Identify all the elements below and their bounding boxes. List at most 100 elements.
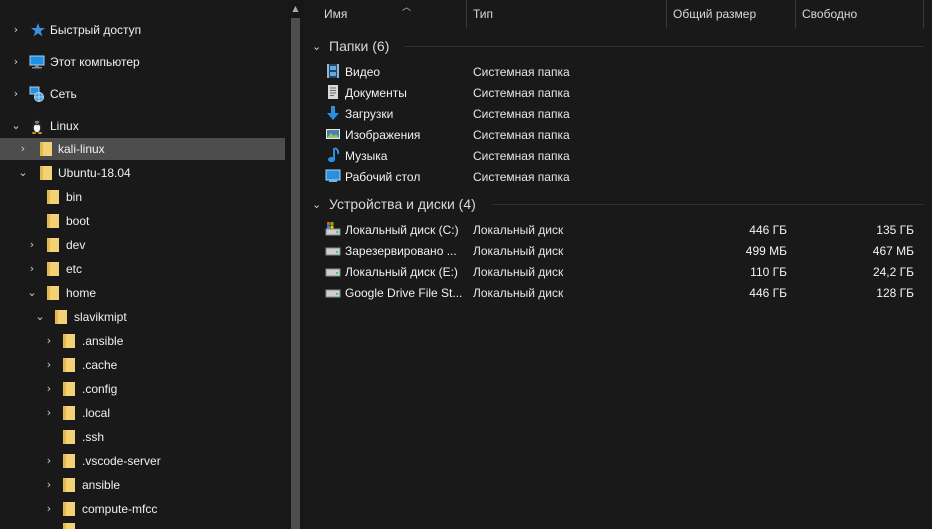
folder-row-music[interactable]: Музыка Системная папка [320, 145, 920, 166]
nav-label: .config [82, 382, 118, 396]
chevron-right-icon[interactable]: › [10, 24, 22, 36]
nav-item-boot[interactable]: boot [0, 210, 285, 232]
folder-icon [63, 334, 75, 348]
column-header-free-space[interactable]: Свободно [796, 0, 924, 28]
group-header-folders[interactable]: ⌄ Папки (6) [312, 35, 389, 57]
folder-icon [63, 523, 75, 529]
chevron-right-icon[interactable]: › [43, 335, 55, 347]
folder-icon [47, 214, 59, 228]
nav-label: bin [66, 190, 83, 204]
folder-icon [63, 502, 75, 516]
item-name: Изображения [345, 128, 421, 142]
chevron-right-icon[interactable]: › [43, 407, 55, 419]
nav-label: Быстрый доступ [50, 23, 142, 37]
chevron-right-icon[interactable]: › [26, 239, 38, 251]
item-name: Музыка [345, 149, 388, 163]
item-type: Системная папка [473, 65, 570, 79]
desktop-icon [325, 169, 341, 182]
scroll-up-arrow-icon[interactable]: ▲ [287, 0, 304, 17]
chevron-right-icon[interactable]: › [43, 479, 55, 491]
chevron-down-icon[interactable]: ⌄ [34, 311, 46, 323]
item-name: Локальный диск (E:) [345, 265, 458, 279]
item-type: Системная папка [473, 107, 570, 121]
column-header-type[interactable]: Тип [467, 0, 667, 28]
nav-item-etc[interactable]: › etc [0, 258, 285, 280]
folder-row-desktop[interactable]: Рабочий стол Системная папка [320, 166, 920, 187]
nav-label: boot [66, 214, 90, 228]
item-total-size: 499 МБ [745, 244, 787, 258]
nav-item-dot-vscode-server[interactable]: › .vscode-server [0, 450, 285, 472]
nav-item-dot-config[interactable]: › .config [0, 378, 285, 400]
folder-icon [47, 286, 59, 300]
item-name: Локальный диск (C:) [345, 223, 459, 237]
drive-icon [325, 289, 341, 298]
folder-row-pictures[interactable]: Изображения Системная папка [320, 124, 920, 145]
folder-row-downloads[interactable]: Загрузки Системная папка [320, 103, 920, 124]
nav-item-dot-ansible[interactable]: › .ansible [0, 330, 285, 352]
group-header-drives[interactable]: ⌄ Устройства и диски (4) [312, 193, 476, 215]
folder-icon [63, 358, 75, 372]
nav-item-slavikmipt[interactable]: ⌄ slavikmipt [0, 306, 285, 328]
drive-row-e[interactable]: Локальный диск (E:) Локальный диск 110 Г… [320, 261, 920, 282]
chevron-down-icon[interactable]: ⌄ [312, 198, 326, 211]
item-type: Локальный диск [473, 223, 564, 237]
item-type: Системная папка [473, 149, 570, 163]
chevron-right-icon[interactable]: › [43, 503, 55, 515]
nav-item-dot-ssh[interactable]: .ssh [0, 426, 285, 448]
nav-item-bin[interactable]: bin [0, 186, 285, 208]
chevron-down-icon[interactable]: ⌄ [10, 120, 22, 132]
drive-row-c[interactable]: Локальный диск (C:) Локальный диск 446 Г… [320, 219, 920, 240]
drive-icon [325, 268, 341, 277]
chevron-right-icon[interactable]: › [43, 359, 55, 371]
nav-item-dev[interactable]: › dev [0, 234, 285, 256]
nav-item-dot-cache[interactable]: › .cache [0, 354, 285, 376]
nav-label: .local [82, 406, 111, 420]
network-icon [29, 86, 44, 102]
linux-penguin-icon [32, 119, 42, 134]
folder-row-video[interactable]: Видео Системная папка [320, 61, 920, 82]
nav-item-quick-access[interactable]: › Быстрый доступ [0, 19, 285, 41]
nav-label: .vscode-server [82, 454, 161, 468]
item-name: Загрузки [345, 107, 394, 121]
item-name: Google Drive File St... [345, 286, 463, 300]
chevron-down-icon[interactable]: ⌄ [26, 287, 38, 299]
chevron-down-icon[interactable]: ⌄ [312, 40, 326, 53]
folder-icon [47, 238, 59, 252]
column-header-name[interactable]: ︿ Имя [318, 0, 467, 28]
drive-row-google-drive[interactable]: Google Drive File St... Локальный диск 4… [320, 282, 920, 303]
item-total-size: 110 ГБ [750, 265, 787, 279]
chevron-right-icon[interactable]: › [43, 455, 55, 467]
chevron-right-icon[interactable]: › [43, 383, 55, 395]
navigation-pane: › Быстрый доступ › Этот компьютер › Сеть… [0, 0, 287, 529]
item-free-space: 467 МБ [872, 244, 914, 258]
nav-item-ansible[interactable]: › ansible [0, 474, 285, 496]
nav-item-kali-linux[interactable]: › kali-linux [0, 138, 285, 160]
chevron-right-icon[interactable]: › [26, 263, 38, 275]
nav-item-ubuntu[interactable]: ⌄ Ubuntu-18.04 [0, 162, 285, 184]
chevron-down-icon[interactable]: ⌄ [17, 167, 29, 179]
nav-item-home[interactable]: ⌄ home [0, 282, 285, 304]
scrollbar-thumb[interactable] [291, 18, 300, 529]
nav-item-linux[interactable]: ⌄ Linux [0, 115, 285, 137]
nav-item-compute-mfcc[interactable]: › compute-mfcc [0, 498, 285, 520]
chevron-right-icon[interactable]: › [10, 56, 22, 68]
drive-row-reserved[interactable]: Зарезервировано ... Локальный диск 499 М… [320, 240, 920, 261]
item-total-size: 446 ГБ [749, 286, 787, 300]
column-header-label: Свободно [802, 7, 858, 21]
nav-item-dot-local[interactable]: › .local [0, 402, 285, 424]
content-pane: ︿ Имя Тип Общий размер Свободно ⌄ Папки … [304, 0, 932, 529]
chevron-right-icon[interactable]: › [17, 143, 29, 155]
group-divider [404, 46, 924, 47]
nav-label: home [66, 286, 97, 300]
nav-label: Linux [50, 119, 79, 133]
nav-item-this-pc[interactable]: › Этот компьютер [0, 51, 285, 73]
folder-icon [55, 310, 67, 324]
item-type: Системная папка [473, 86, 570, 100]
nav-label: Этот компьютер [50, 55, 140, 69]
folder-row-documents[interactable]: Документы Системная папка [320, 82, 920, 103]
column-header-total-size[interactable]: Общий размер [667, 0, 796, 28]
nav-scrollbar[interactable]: ▲ [287, 0, 304, 529]
chevron-right-icon[interactable]: › [10, 88, 22, 100]
nav-item-network[interactable]: › Сеть [0, 83, 285, 105]
item-type: Локальный диск [473, 265, 564, 279]
